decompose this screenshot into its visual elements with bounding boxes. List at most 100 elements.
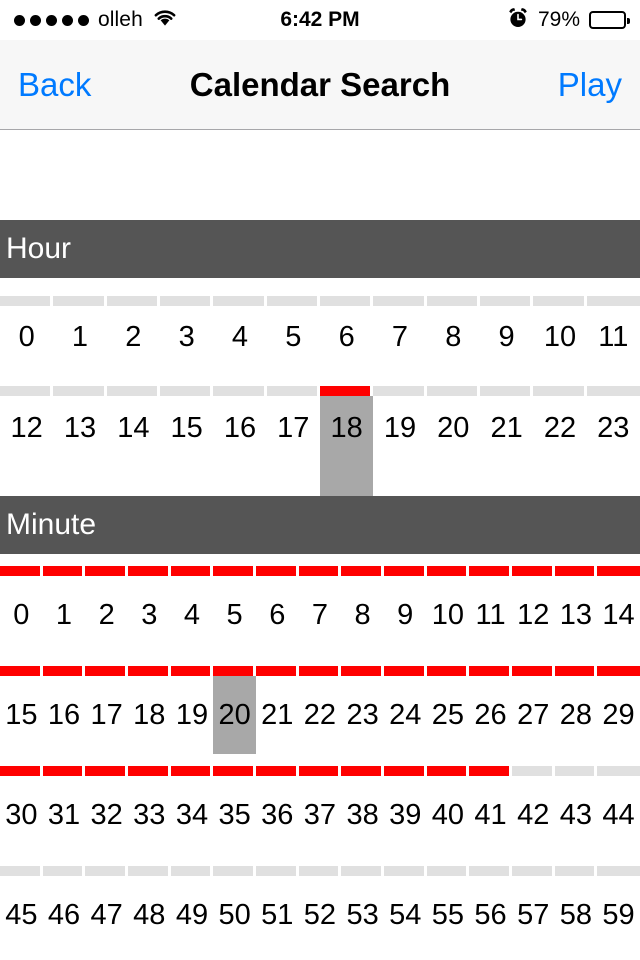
value-cell[interactable]: 9 — [480, 306, 533, 368]
value-cell-selected[interactable]: 20 — [213, 676, 256, 754]
value-cell-selected[interactable]: 18 — [319, 396, 374, 496]
value-cell[interactable]: 24 — [384, 676, 427, 754]
value-cell[interactable]: 16 — [213, 396, 266, 496]
value-cell[interactable]: 4 — [171, 576, 214, 654]
value-cell[interactable]: 17 — [85, 676, 128, 754]
value-cell[interactable]: 8 — [341, 576, 384, 654]
section-title: Hour — [6, 232, 72, 265]
value-cell[interactable]: 19 — [373, 396, 426, 496]
value-cell[interactable]: 49 — [171, 876, 214, 954]
play-button[interactable]: Play — [558, 68, 622, 101]
value-label: 23 — [597, 412, 630, 444]
value-cell[interactable]: 42 — [512, 776, 555, 854]
value-cell[interactable]: 29 — [597, 676, 640, 754]
value-cell[interactable]: 52 — [299, 876, 342, 954]
activity-segment-inactive — [469, 866, 512, 876]
value-cell[interactable]: 18 — [128, 676, 171, 754]
value-cell[interactable]: 13 — [53, 396, 106, 496]
value-cell[interactable]: 50 — [213, 876, 256, 954]
value-cell[interactable]: 2 — [85, 576, 128, 654]
activity-bar-row — [0, 866, 640, 876]
value-cell[interactable]: 8 — [427, 306, 480, 368]
value-cell[interactable]: 38 — [341, 776, 384, 854]
value-cell[interactable]: 9 — [384, 576, 427, 654]
value-label: 18 — [330, 412, 363, 444]
value-cell[interactable]: 27 — [512, 676, 555, 754]
value-cell[interactable]: 17 — [267, 396, 320, 496]
value-cell[interactable]: 1 — [53, 306, 106, 368]
value-cell[interactable]: 5 — [267, 306, 320, 368]
value-cell[interactable]: 48 — [128, 876, 171, 954]
value-cell[interactable]: 14 — [107, 396, 160, 496]
value-cell[interactable]: 13 — [555, 576, 598, 654]
value-cell[interactable]: 35 — [213, 776, 256, 854]
value-label: 3 — [178, 320, 195, 353]
value-cell[interactable]: 22 — [299, 676, 342, 754]
value-cell[interactable]: 30 — [0, 776, 43, 854]
value-cell[interactable]: 23 — [341, 676, 384, 754]
value-cell[interactable]: 10 — [533, 306, 586, 368]
value-cell[interactable]: 44 — [597, 776, 640, 854]
value-cell[interactable]: 21 — [256, 676, 299, 754]
value-label: 42 — [517, 798, 550, 831]
value-cell[interactable]: 56 — [469, 876, 512, 954]
value-cell[interactable]: 12 — [512, 576, 555, 654]
section-header-minute: Minute — [0, 496, 640, 554]
value-cell[interactable]: 33 — [128, 776, 171, 854]
value-cell[interactable]: 0 — [0, 576, 43, 654]
activity-segment-active — [341, 666, 384, 676]
value-cell[interactable]: 3 — [160, 306, 213, 368]
activity-segment-inactive — [106, 386, 160, 396]
value-cell[interactable]: 31 — [43, 776, 86, 854]
value-cell[interactable]: 6 — [256, 576, 299, 654]
value-cell[interactable]: 11 — [587, 306, 640, 368]
value-cell[interactable]: 22 — [533, 396, 586, 496]
value-cell[interactable]: 3 — [128, 576, 171, 654]
back-button[interactable]: Back — [18, 68, 91, 101]
value-cell[interactable]: 1 — [43, 576, 86, 654]
value-cell[interactable]: 4 — [213, 306, 266, 368]
value-cell[interactable]: 21 — [480, 396, 533, 496]
value-cell[interactable]: 36 — [256, 776, 299, 854]
value-cell[interactable]: 51 — [256, 876, 299, 954]
value-cell[interactable]: 41 — [469, 776, 512, 854]
value-cell[interactable]: 45 — [0, 876, 43, 954]
value-cell[interactable]: 11 — [469, 576, 512, 654]
value-cell[interactable]: 7 — [373, 306, 426, 368]
value-cell[interactable]: 5 — [213, 576, 256, 654]
value-cell[interactable]: 28 — [555, 676, 598, 754]
value-cell[interactable]: 37 — [299, 776, 342, 854]
value-cell[interactable]: 34 — [171, 776, 214, 854]
value-cell[interactable]: 57 — [512, 876, 555, 954]
value-cell[interactable]: 10 — [427, 576, 470, 654]
value-cell[interactable]: 14 — [597, 576, 640, 654]
value-cell[interactable]: 15 — [160, 396, 213, 496]
activity-segment-inactive — [213, 296, 267, 306]
activity-segment-active — [341, 766, 384, 776]
value-cell[interactable]: 26 — [469, 676, 512, 754]
value-cell[interactable]: 32 — [85, 776, 128, 854]
value-cell[interactable]: 20 — [427, 396, 480, 496]
value-cell[interactable]: 47 — [85, 876, 128, 954]
value-cell[interactable]: 0 — [0, 306, 53, 368]
value-cell[interactable]: 12 — [0, 396, 53, 496]
value-cell[interactable]: 46 — [43, 876, 86, 954]
value-cell[interactable]: 23 — [587, 396, 640, 496]
value-cell[interactable]: 2 — [107, 306, 160, 368]
value-cell[interactable]: 16 — [43, 676, 86, 754]
activity-segment-active — [0, 666, 43, 676]
value-cell[interactable]: 15 — [0, 676, 43, 754]
value-cell[interactable]: 25 — [427, 676, 470, 754]
value-label: 19 — [175, 698, 209, 731]
value-cell[interactable]: 55 — [427, 876, 470, 954]
value-cell[interactable]: 43 — [555, 776, 598, 854]
value-cell[interactable]: 6 — [320, 306, 373, 368]
value-cell[interactable]: 19 — [171, 676, 214, 754]
value-cell[interactable]: 53 — [341, 876, 384, 954]
value-cell[interactable]: 7 — [299, 576, 342, 654]
value-cell[interactable]: 39 — [384, 776, 427, 854]
value-cell[interactable]: 58 — [555, 876, 598, 954]
value-cell[interactable]: 54 — [384, 876, 427, 954]
value-cell[interactable]: 40 — [427, 776, 470, 854]
value-cell[interactable]: 59 — [597, 876, 640, 954]
